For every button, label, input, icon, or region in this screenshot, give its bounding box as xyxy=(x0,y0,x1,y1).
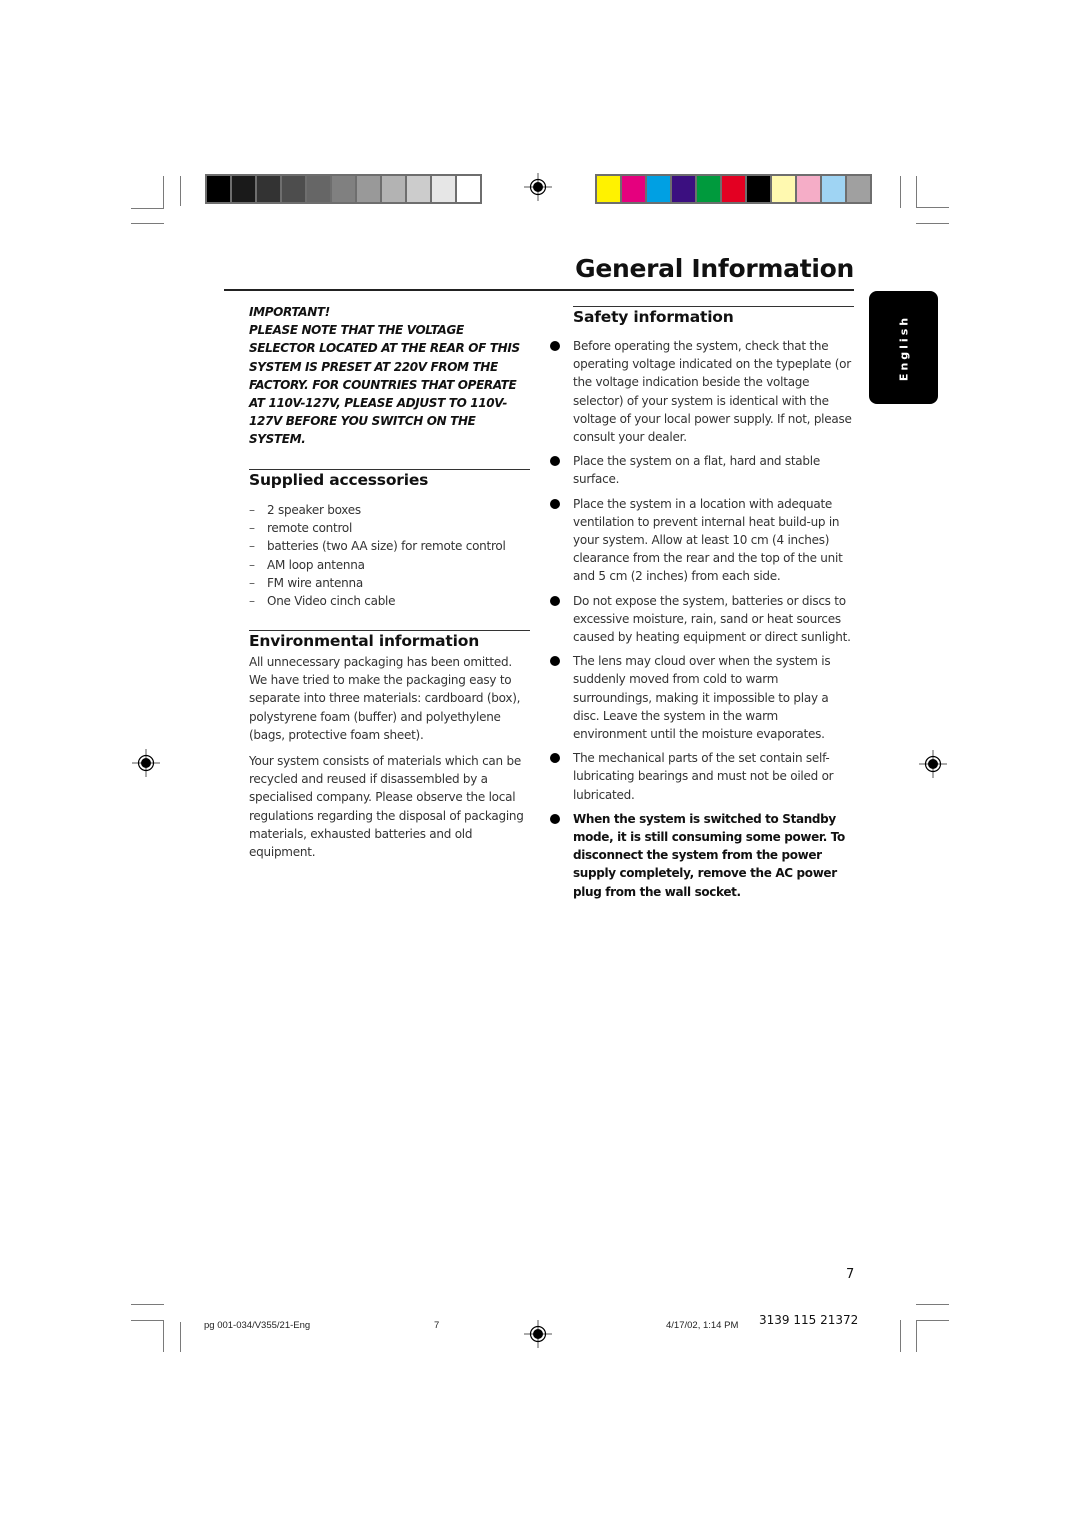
safety-list: Before operating the system, check that … xyxy=(550,337,855,907)
footer-file-name: pg 001-034/V355/21-Eng xyxy=(204,1320,311,1331)
safety-item-text: Do not expose the system, batteries or d… xyxy=(573,593,851,645)
color-swatch xyxy=(722,176,745,202)
environmental-paragraph: All unnecessary packaging has been omitt… xyxy=(249,655,521,742)
footer-timestamp: 4/17/02, 1:14 PM xyxy=(666,1320,739,1331)
color-swatch xyxy=(207,176,230,202)
color-swatch xyxy=(597,176,620,202)
bullet-icon xyxy=(550,456,560,467)
registration-mark-icon xyxy=(919,750,947,778)
important-text: PLEASE NOTE THAT THE VOLTAGE SELECTOR LO… xyxy=(249,323,520,447)
color-swatch xyxy=(797,176,820,202)
safety-heading: Safety information xyxy=(573,308,734,326)
accessory-item: remote control xyxy=(249,519,506,537)
page-title: General Information xyxy=(575,254,854,283)
crop-mark xyxy=(900,1320,901,1352)
crop-mark xyxy=(131,1304,164,1305)
accessory-item: batteries (two AA size) for remote contr… xyxy=(249,537,506,555)
safety-item-text: Place the system on a flat, hard and sta… xyxy=(573,454,820,487)
bullet-icon xyxy=(550,498,560,509)
safety-item-text: Place the system in a location with adeq… xyxy=(573,496,843,584)
safety-item: The mechanical parts of the set contain … xyxy=(550,749,855,804)
crop-mark xyxy=(916,176,917,208)
color-swatch xyxy=(382,176,405,202)
color-swatch xyxy=(697,176,720,202)
safety-item-text: When the system is switched to Standby m… xyxy=(573,811,845,899)
color-swatch xyxy=(357,176,380,202)
color-swatch xyxy=(457,176,480,202)
crop-mark xyxy=(163,1320,164,1352)
important-notice: IMPORTANT! PLEASE NOTE THAT THE VOLTAGE … xyxy=(249,303,539,449)
footer-code: 3139 115 21372 xyxy=(759,1313,859,1327)
bullet-icon xyxy=(550,656,560,667)
crop-mark xyxy=(916,223,949,224)
crop-mark xyxy=(180,1322,181,1352)
safety-item-text: The mechanical parts of the set contain … xyxy=(573,751,834,802)
safety-item: Before operating the system, check that … xyxy=(550,337,855,446)
registration-mark-icon xyxy=(524,1320,552,1348)
accessory-item: FM wire antenna xyxy=(249,574,506,592)
crop-mark xyxy=(180,176,181,206)
language-tab: English xyxy=(869,291,938,404)
registration-mark-icon xyxy=(524,173,552,201)
registration-mark-icon xyxy=(132,749,160,777)
section-divider xyxy=(249,630,530,631)
color-swatch xyxy=(747,176,770,202)
bullet-icon xyxy=(550,813,560,824)
crop-mark xyxy=(900,176,901,208)
crop-mark xyxy=(916,1320,949,1321)
accessory-item: 2 speaker boxes xyxy=(249,501,506,519)
color-swatch xyxy=(647,176,670,202)
crop-mark xyxy=(131,223,164,224)
color-swatch xyxy=(332,176,355,202)
bullet-icon xyxy=(550,753,560,764)
color-swatch xyxy=(822,176,845,202)
color-swatch xyxy=(847,176,870,202)
color-swatch xyxy=(282,176,305,202)
page-number: 7 xyxy=(846,1267,855,1282)
color-swatch xyxy=(232,176,255,202)
section-divider xyxy=(573,306,854,307)
grayscale-color-bar xyxy=(205,174,482,204)
accessory-item: One Video cinch cable xyxy=(249,592,506,610)
crop-mark xyxy=(131,208,164,209)
title-divider xyxy=(224,289,854,291)
footer-file-page: 7 xyxy=(434,1320,440,1331)
safety-item: Do not expose the system, batteries or d… xyxy=(550,592,855,647)
crop-mark xyxy=(916,1320,917,1352)
supplied-accessories-heading: Supplied accessories xyxy=(249,471,429,489)
color-swatch xyxy=(257,176,280,202)
bullet-icon xyxy=(550,341,560,351)
color-swatch xyxy=(307,176,330,202)
crop-mark xyxy=(163,176,164,208)
safety-item-text: Before operating the system, check that … xyxy=(573,339,852,445)
environmental-heading: Environmental information xyxy=(249,632,480,650)
crop-mark xyxy=(916,207,949,208)
crop-mark xyxy=(916,1304,949,1305)
accessories-list: 2 speaker boxesremote controlbatteries (… xyxy=(249,501,506,610)
safety-item: The lens may cloud over when the system … xyxy=(550,652,855,743)
important-label: IMPORTANT! xyxy=(249,305,330,319)
color-swatch xyxy=(622,176,645,202)
bullet-icon xyxy=(550,595,560,606)
safety-item: Place the system in a location with adeq… xyxy=(550,495,855,586)
crop-mark xyxy=(131,1320,164,1321)
safety-item: Place the system on a flat, hard and sta… xyxy=(550,452,855,488)
section-divider xyxy=(249,469,530,470)
accessory-item: AM loop antenna xyxy=(249,556,506,574)
language-tab-label: English xyxy=(897,314,910,381)
color-swatch xyxy=(672,176,695,202)
color-swatch xyxy=(772,176,795,202)
environmental-paragraph: Your system consists of materials which … xyxy=(249,754,524,860)
process-color-bar xyxy=(595,174,872,204)
safety-item-text: The lens may cloud over when the system … xyxy=(573,654,831,742)
color-swatch xyxy=(432,176,455,202)
color-swatch xyxy=(407,176,430,202)
safety-item: When the system is switched to Standby m… xyxy=(550,810,855,901)
